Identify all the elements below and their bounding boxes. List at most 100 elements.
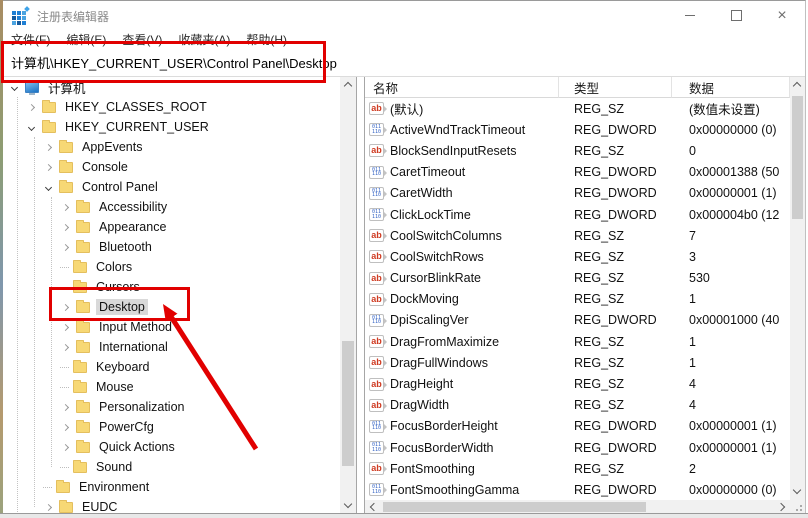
tree-item[interactable]: Accessibility bbox=[4, 197, 340, 217]
expand-chevron-icon[interactable] bbox=[45, 183, 52, 190]
tree-item[interactable]: Colors bbox=[4, 257, 340, 277]
registry-value-row[interactable]: DragHeight REG_SZ 4 bbox=[365, 373, 790, 394]
expand-chevron-icon[interactable] bbox=[45, 143, 52, 150]
tree-item-label: HKEY_CLASSES_ROOT bbox=[62, 99, 210, 115]
scroll-up-icon[interactable] bbox=[344, 82, 352, 90]
scroll-down-icon[interactable] bbox=[344, 500, 352, 508]
registry-value-row[interactable]: ActiveWndTrackTimeout REG_DWORD 0x000000… bbox=[365, 119, 790, 140]
tree-item[interactable]: Input Method bbox=[4, 317, 340, 337]
folder-icon bbox=[73, 282, 87, 293]
value-data: 4 bbox=[672, 398, 790, 412]
registry-value-row[interactable]: DragFromMaximize REG_SZ 1 bbox=[365, 331, 790, 352]
scroll-right-icon[interactable] bbox=[777, 503, 785, 511]
tree-item[interactable]: HKEY_CLASSES_ROOT bbox=[4, 97, 340, 117]
tree-item-label: EUDC bbox=[79, 499, 120, 514]
scroll-left-icon[interactable] bbox=[370, 503, 378, 511]
expand-chevron-icon[interactable] bbox=[62, 323, 69, 330]
tree-item-label: Console bbox=[79, 159, 131, 175]
tree-item[interactable]: Environment bbox=[4, 477, 340, 497]
tree-item[interactable]: Cursors bbox=[4, 277, 340, 297]
tree-item[interactable]: Keyboard bbox=[4, 357, 340, 377]
value-type-icon bbox=[369, 123, 384, 136]
address-bar[interactable]: 计算机\HKEY_CURRENT_USER\Control Panel\Desk… bbox=[3, 48, 805, 77]
close-icon[interactable] bbox=[759, 1, 805, 30]
registry-value-row[interactable]: CoolSwitchRows REG_SZ 3 bbox=[365, 246, 790, 267]
registry-value-row[interactable]: (默认) REG_SZ (数值未设置) bbox=[365, 98, 790, 119]
tree-scrollbar[interactable] bbox=[340, 77, 356, 514]
expand-chevron-icon[interactable] bbox=[43, 487, 52, 488]
menu-item[interactable]: 查看(V) bbox=[114, 31, 170, 48]
tree-item[interactable]: Control Panel bbox=[4, 177, 340, 197]
scrollbar-thumb[interactable] bbox=[792, 96, 803, 219]
tree-item[interactable]: Sound bbox=[4, 457, 340, 477]
value-data: 0x000004b0 (12 bbox=[672, 208, 790, 222]
tree-item[interactable]: 计算机 bbox=[4, 77, 340, 97]
registry-value-row[interactable]: FocusBorderHeight REG_DWORD 0x00000001 (… bbox=[365, 416, 790, 437]
menu-item[interactable]: 帮助(H) bbox=[238, 31, 295, 48]
registry-value-row[interactable]: DockMoving REG_SZ 1 bbox=[365, 289, 790, 310]
column-header-data[interactable]: 数据 bbox=[672, 77, 790, 98]
registry-value-row[interactable]: CoolSwitchColumns REG_SZ 7 bbox=[365, 225, 790, 246]
tree-item[interactable]: AppEvents bbox=[4, 137, 340, 157]
tree-item[interactable]: Bluetooth bbox=[4, 237, 340, 257]
expand-chevron-icon[interactable] bbox=[45, 163, 52, 170]
resize-grip-icon[interactable] bbox=[800, 509, 802, 511]
registry-value-row[interactable]: ClickLockTime REG_DWORD 0x000004b0 (12 bbox=[365, 204, 790, 225]
expand-chevron-icon[interactable] bbox=[62, 443, 69, 450]
value-name: FontSmoothingGamma bbox=[390, 483, 519, 497]
tree-item[interactable]: International bbox=[4, 337, 340, 357]
column-header-name[interactable]: 名称 bbox=[365, 77, 559, 98]
list-vertical-scrollbar[interactable] bbox=[790, 77, 805, 500]
menu-item[interactable]: 文件(F) bbox=[3, 31, 58, 48]
expand-chevron-icon[interactable] bbox=[60, 387, 69, 388]
expand-chevron-icon[interactable] bbox=[45, 503, 52, 510]
menu-item[interactable]: 收藏夹(A) bbox=[170, 31, 238, 48]
tree-item[interactable]: PowerCfg bbox=[4, 417, 340, 437]
registry-value-row[interactable]: DragFullWindows REG_SZ 1 bbox=[365, 352, 790, 373]
tree-item[interactable]: Desktop bbox=[4, 297, 340, 317]
registry-value-row[interactable]: CaretWidth REG_DWORD 0x00000001 (1) bbox=[365, 183, 790, 204]
scroll-up-icon[interactable] bbox=[793, 82, 801, 90]
tree-item[interactable]: Mouse bbox=[4, 377, 340, 397]
tree-item[interactable]: Console bbox=[4, 157, 340, 177]
expand-chevron-icon[interactable] bbox=[28, 103, 35, 110]
registry-value-row[interactable]: CaretTimeout REG_DWORD 0x00001388 (50 bbox=[365, 162, 790, 183]
minimize-icon[interactable] bbox=[667, 1, 713, 30]
registry-value-row[interactable]: FontSmoothing REG_SZ 2 bbox=[365, 458, 790, 479]
registry-value-row[interactable]: FontSmoothingGamma REG_DWORD 0x00000000 … bbox=[365, 479, 790, 500]
tree-item[interactable]: EUDC bbox=[4, 497, 340, 514]
scrollbar-thumb[interactable] bbox=[383, 502, 646, 512]
menu-item-label: 帮助(H) bbox=[246, 33, 287, 47]
expand-chevron-icon[interactable] bbox=[62, 343, 69, 350]
pane-splitter[interactable] bbox=[356, 77, 365, 514]
expand-chevron-icon[interactable] bbox=[62, 303, 69, 310]
expand-chevron-icon[interactable] bbox=[60, 287, 69, 288]
registry-value-row[interactable]: FocusBorderWidth REG_DWORD 0x00000001 (1… bbox=[365, 437, 790, 458]
registry-value-row[interactable]: DpiScalingVer REG_DWORD 0x00001000 (40 bbox=[365, 310, 790, 331]
registry-value-row[interactable]: CursorBlinkRate REG_SZ 530 bbox=[365, 268, 790, 289]
maximize-icon[interactable] bbox=[713, 1, 759, 30]
value-name: (默认) bbox=[390, 99, 423, 118]
column-header-type[interactable]: 类型 bbox=[559, 77, 672, 98]
expand-chevron-icon[interactable] bbox=[62, 223, 69, 230]
expand-chevron-icon[interactable] bbox=[62, 403, 69, 410]
registry-value-row[interactable]: DragWidth REG_SZ 4 bbox=[365, 395, 790, 416]
tree-item[interactable]: Quick Actions bbox=[4, 437, 340, 457]
tree-item[interactable]: HKEY_CURRENT_USER bbox=[4, 117, 340, 137]
tree-item[interactable]: Personalization bbox=[4, 397, 340, 417]
list-horizontal-scrollbar[interactable] bbox=[365, 500, 790, 514]
expand-chevron-icon[interactable] bbox=[60, 367, 69, 368]
scroll-down-icon[interactable] bbox=[793, 486, 801, 494]
scrollbar-thumb[interactable] bbox=[342, 341, 354, 466]
expand-chevron-icon[interactable] bbox=[62, 423, 69, 430]
menu-item[interactable]: 编辑(E) bbox=[58, 31, 114, 48]
expand-chevron-icon[interactable] bbox=[28, 123, 35, 130]
expand-chevron-icon[interactable] bbox=[62, 243, 69, 250]
expand-chevron-icon[interactable] bbox=[11, 83, 18, 90]
address-input[interactable]: 计算机\HKEY_CURRENT_USER\Control Panel\Desk… bbox=[11, 53, 337, 72]
registry-value-row[interactable]: BlockSendInputResets REG_SZ 0 bbox=[365, 140, 790, 161]
expand-chevron-icon[interactable] bbox=[62, 203, 69, 210]
expand-chevron-icon[interactable] bbox=[60, 467, 69, 468]
expand-chevron-icon[interactable] bbox=[60, 267, 69, 268]
tree-item[interactable]: Appearance bbox=[4, 217, 340, 237]
